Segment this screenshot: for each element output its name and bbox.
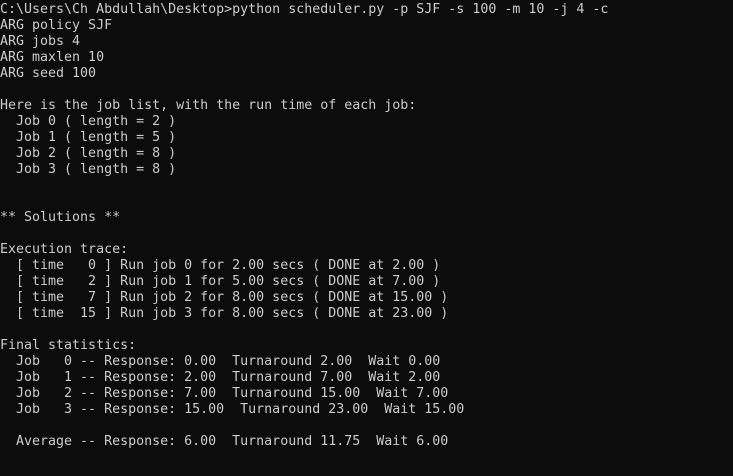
final-statistics-header: Final statistics: (0, 338, 137, 353)
statistics-line: Job 3 -- Response: 15.00 Turnaround 23.0… (0, 402, 465, 417)
arg-jobs-line: ARG jobs 4 (0, 34, 81, 49)
trace-line: [ time 7 ] Run job 2 for 8.00 secs ( DON… (0, 290, 449, 305)
command-prompt-line: C:\Users\Ch Abdullah\Desktop>python sche… (0, 2, 609, 17)
job-list-item: Job 2 ( length = 8 ) (0, 146, 177, 161)
arg-policy-line: ARG policy SJF (0, 18, 113, 33)
execution-trace-header: Execution trace: (0, 242, 129, 257)
solutions-header: ** Solutions ** (0, 210, 121, 225)
job-list-item: Job 1 ( length = 5 ) (0, 130, 177, 145)
statistics-line: Job 0 -- Response: 0.00 Turnaround 2.00 … (0, 354, 441, 369)
statistics-line: Job 2 -- Response: 7.00 Turnaround 15.00… (0, 386, 449, 401)
average-statistics-line: Average -- Response: 6.00 Turnaround 11.… (0, 434, 449, 449)
terminal-output[interactable]: C:\Users\Ch Abdullah\Desktop>python sche… (0, 0, 733, 476)
arg-maxlen-line: ARG maxlen 10 (0, 50, 105, 65)
job-list-item: Job 0 ( length = 2 ) (0, 114, 177, 129)
job-list-header: Here is the job list, with the run time … (0, 98, 417, 113)
arg-seed-line: ARG seed 100 (0, 66, 97, 81)
statistics-line: Job 1 -- Response: 2.00 Turnaround 7.00 … (0, 370, 441, 385)
trace-line: [ time 15 ] Run job 3 for 8.00 secs ( DO… (0, 306, 449, 321)
trace-line: [ time 0 ] Run job 0 for 2.00 secs ( DON… (0, 258, 441, 273)
trace-line: [ time 2 ] Run job 1 for 5.00 secs ( DON… (0, 274, 441, 289)
job-list-item: Job 3 ( length = 8 ) (0, 162, 177, 177)
